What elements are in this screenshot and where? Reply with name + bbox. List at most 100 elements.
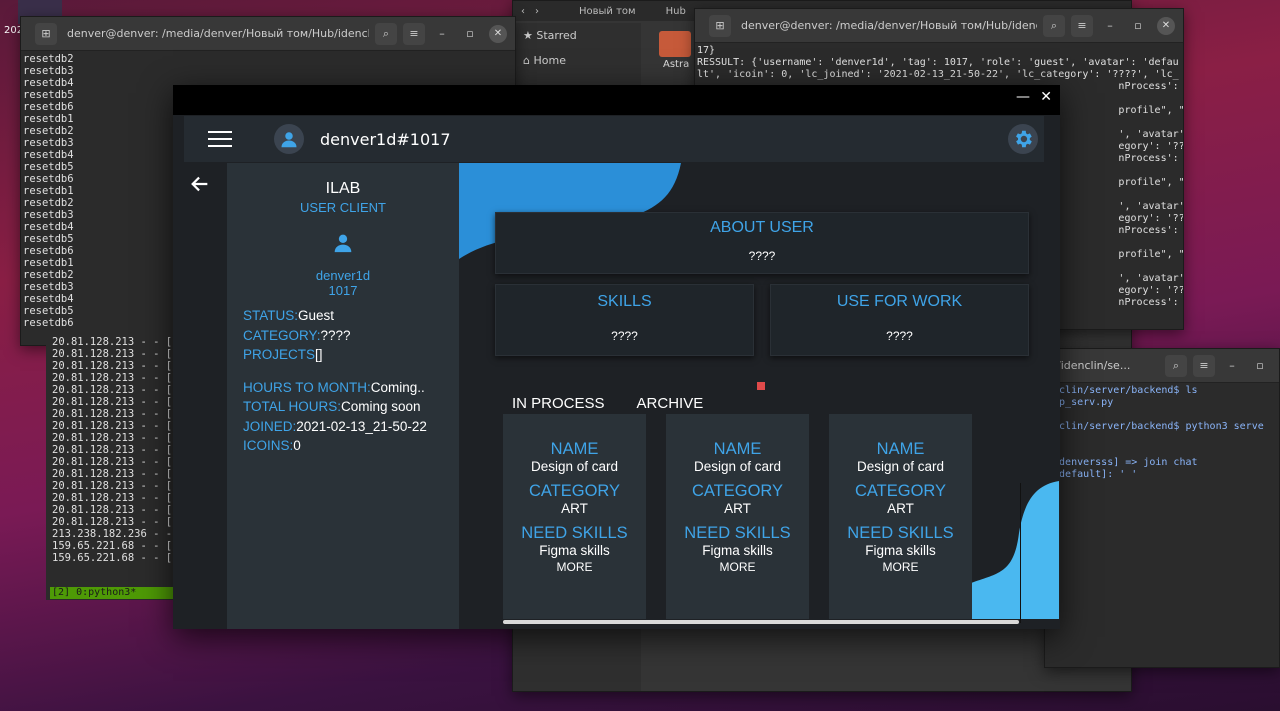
username-label: denver1d#1017 bbox=[320, 129, 451, 149]
hamburger-menu-icon[interactable] bbox=[208, 126, 232, 152]
project-category-value: ART bbox=[561, 501, 588, 516]
settings-button[interactable] bbox=[1008, 124, 1038, 154]
project-card[interactable]: NAME Design of card CATEGORY ART NEED SK… bbox=[666, 414, 809, 619]
terminal-line: resetdb3 bbox=[23, 65, 74, 77]
about-user-title: ABOUT USER bbox=[710, 219, 814, 236]
close-button[interactable]: ✕ bbox=[1157, 16, 1175, 35]
profile-tag: 1017 bbox=[328, 283, 358, 298]
new-tab-icon[interactable]: ⊞ bbox=[35, 22, 57, 45]
terminal-line: 159.65.221.68 - - [1 bbox=[52, 540, 176, 552]
terminal-line: 20.81.128.213 - - [1 bbox=[52, 480, 176, 492]
minimize-button[interactable]: – bbox=[1221, 359, 1243, 372]
terminal-title: denver@denver: /media/denver/Новый том/H… bbox=[741, 19, 1037, 32]
profile-avatar bbox=[227, 233, 459, 258]
terminal-line: 20.81.128.213 - - [1 bbox=[52, 420, 176, 432]
profile-name: denver1d bbox=[315, 268, 371, 283]
project-name-label: NAME bbox=[550, 440, 599, 458]
gear-icon bbox=[1016, 130, 1032, 148]
search-icon[interactable]: ⌕ bbox=[1043, 14, 1065, 37]
terminal-title: /idenclin/se... bbox=[1057, 359, 1131, 372]
terminal-line: 20.81.128.213 - - [1 bbox=[52, 408, 176, 420]
tab-in-process[interactable]: IN PROCESS bbox=[512, 395, 605, 412]
project-skills-label: NEED SKILLS bbox=[684, 524, 791, 542]
app-brand-subtitle: USER CLIENT bbox=[300, 200, 386, 215]
close-button[interactable]: ✕ bbox=[1040, 89, 1052, 105]
app-brand-title: ILAB bbox=[325, 180, 361, 197]
new-tab-icon[interactable]: ⊞ bbox=[709, 14, 731, 37]
terminal-output: enclin/server/backend$ ls emp_serv.py en… bbox=[1047, 385, 1264, 480]
path-segment[interactable]: Hub bbox=[666, 6, 686, 17]
divider bbox=[1020, 483, 1021, 623]
minimize-button[interactable]: — bbox=[1016, 89, 1030, 105]
menu-icon[interactable]: ≡ bbox=[1193, 354, 1215, 377]
terminal-line: 20.81.128.213 - - [1 bbox=[52, 468, 176, 480]
project-skills-value: Figma skills bbox=[702, 543, 773, 558]
skills-card: SKILLS ???? bbox=[495, 284, 754, 356]
minimize-button[interactable]: – bbox=[1099, 19, 1121, 32]
sidebar-item-home[interactable]: ⌂ Home bbox=[513, 48, 641, 73]
terminal-log-pane: 20.81.128.213 - - [1 20.81.128.213 - - [1… bbox=[46, 330, 176, 600]
folder-icon[interactable] bbox=[659, 31, 691, 57]
project-category-label: CATEGORY bbox=[528, 482, 621, 500]
project-category-label: CATEGORY bbox=[691, 482, 784, 500]
back-button[interactable] bbox=[189, 173, 211, 199]
horizontal-scrollbar[interactable] bbox=[503, 620, 1019, 624]
project-card[interactable]: NAME Design of card CATEGORY ART NEED SK… bbox=[829, 414, 972, 619]
maximize-button[interactable]: ▫ bbox=[1127, 19, 1149, 32]
path-segment[interactable]: Новый том bbox=[579, 6, 636, 17]
menu-icon[interactable]: ≡ bbox=[403, 22, 425, 45]
project-skills-label: NEED SKILLS bbox=[521, 524, 628, 542]
sidebar-item-starred[interactable]: ★ Starred bbox=[513, 23, 641, 48]
profile-content: ABOUT USER ???? SKILLS ???? USE FOR WORK… bbox=[459, 163, 1059, 629]
project-card[interactable]: NAME Design of card CATEGORY ART NEED SK… bbox=[503, 414, 646, 619]
maximize-button[interactable]: ▫ bbox=[1249, 359, 1271, 372]
project-name-value: Design of card bbox=[530, 459, 619, 474]
project-name-value: Design of card bbox=[856, 459, 945, 474]
terminal-line: 20.81.128.213 - - [1 bbox=[52, 336, 176, 348]
category-row: CATEGORY:???? bbox=[243, 327, 351, 343]
avatar[interactable] bbox=[274, 124, 304, 154]
project-category-value: ART bbox=[887, 501, 914, 516]
more-button[interactable]: MORE bbox=[666, 560, 809, 574]
app-header: denver1d#1017 bbox=[184, 116, 1044, 162]
terminal-line: 20.81.128.213 - - [1 bbox=[52, 516, 176, 528]
terminal-line: 20.81.128.213 - - [1 bbox=[52, 504, 176, 516]
app-titlebar: — ✕ bbox=[173, 85, 1060, 115]
terminal-line: 213.238.182.236 - - bbox=[52, 528, 173, 540]
about-user-card: ABOUT USER ???? bbox=[495, 212, 1029, 274]
joined-row: JOINED:2021-02-13_21-50-22 bbox=[243, 418, 427, 434]
about-user-value: ???? bbox=[748, 249, 776, 263]
menu-icon[interactable]: ≡ bbox=[1071, 14, 1093, 37]
back-nav-icon[interactable]: ‹ bbox=[521, 6, 525, 17]
terminal-line: 20.81.128.213 - - [1 bbox=[52, 456, 176, 468]
terminal-line: 20.81.128.213 - - [1 bbox=[52, 360, 176, 372]
search-icon[interactable]: ⌕ bbox=[1165, 354, 1187, 377]
terminal-line: 20.81.128.213 - - [1 bbox=[52, 432, 176, 444]
forward-nav-icon[interactable]: › bbox=[535, 6, 539, 17]
minimize-button[interactable]: – bbox=[431, 27, 453, 40]
hours-month-row: HOURS TO MONTH:Coming.. bbox=[243, 379, 425, 395]
tab-archive[interactable]: ARCHIVE bbox=[637, 395, 704, 412]
project-name-value: Design of card bbox=[693, 459, 782, 474]
use-for-work-value: ???? bbox=[886, 329, 913, 343]
project-name-label: NAME bbox=[876, 440, 925, 458]
terminal-line: 20.81.128.213 - - [1 bbox=[52, 396, 176, 408]
projects-row: PROJECTS[] bbox=[243, 347, 323, 362]
terminal-window[interactable]: /idenclin/se... ⌕ ≡ – ▫ enclin/server/ba… bbox=[1044, 348, 1280, 668]
more-button[interactable]: MORE bbox=[829, 560, 972, 574]
terminal-title: denver@denver: /media/denver/Новый том/H… bbox=[67, 27, 369, 40]
more-button[interactable]: MORE bbox=[503, 560, 646, 574]
search-icon[interactable]: ⌕ bbox=[375, 22, 397, 45]
indicator-dot bbox=[757, 382, 765, 390]
project-category-label: CATEGORY bbox=[854, 482, 947, 500]
project-skills-value: Figma skills bbox=[539, 543, 610, 558]
tmux-status-bar: [2] 0:python3* bbox=[50, 587, 174, 599]
use-for-work-card: USE FOR WORK ???? bbox=[770, 284, 1029, 356]
user-icon bbox=[334, 234, 352, 253]
close-button[interactable]: ✕ bbox=[489, 24, 507, 43]
terminal-line: 159.65.221.68 - - [1 bbox=[52, 552, 176, 564]
ilab-app-window[interactable]: — ✕ denver1d#1017 ILAB USER CLIENT denve… bbox=[173, 85, 1060, 629]
use-for-work-title: USE FOR WORK bbox=[836, 293, 963, 310]
maximize-button[interactable]: ▫ bbox=[459, 27, 481, 40]
total-hours-row: TOTAL HOURS:Coming soon bbox=[243, 399, 421, 414]
